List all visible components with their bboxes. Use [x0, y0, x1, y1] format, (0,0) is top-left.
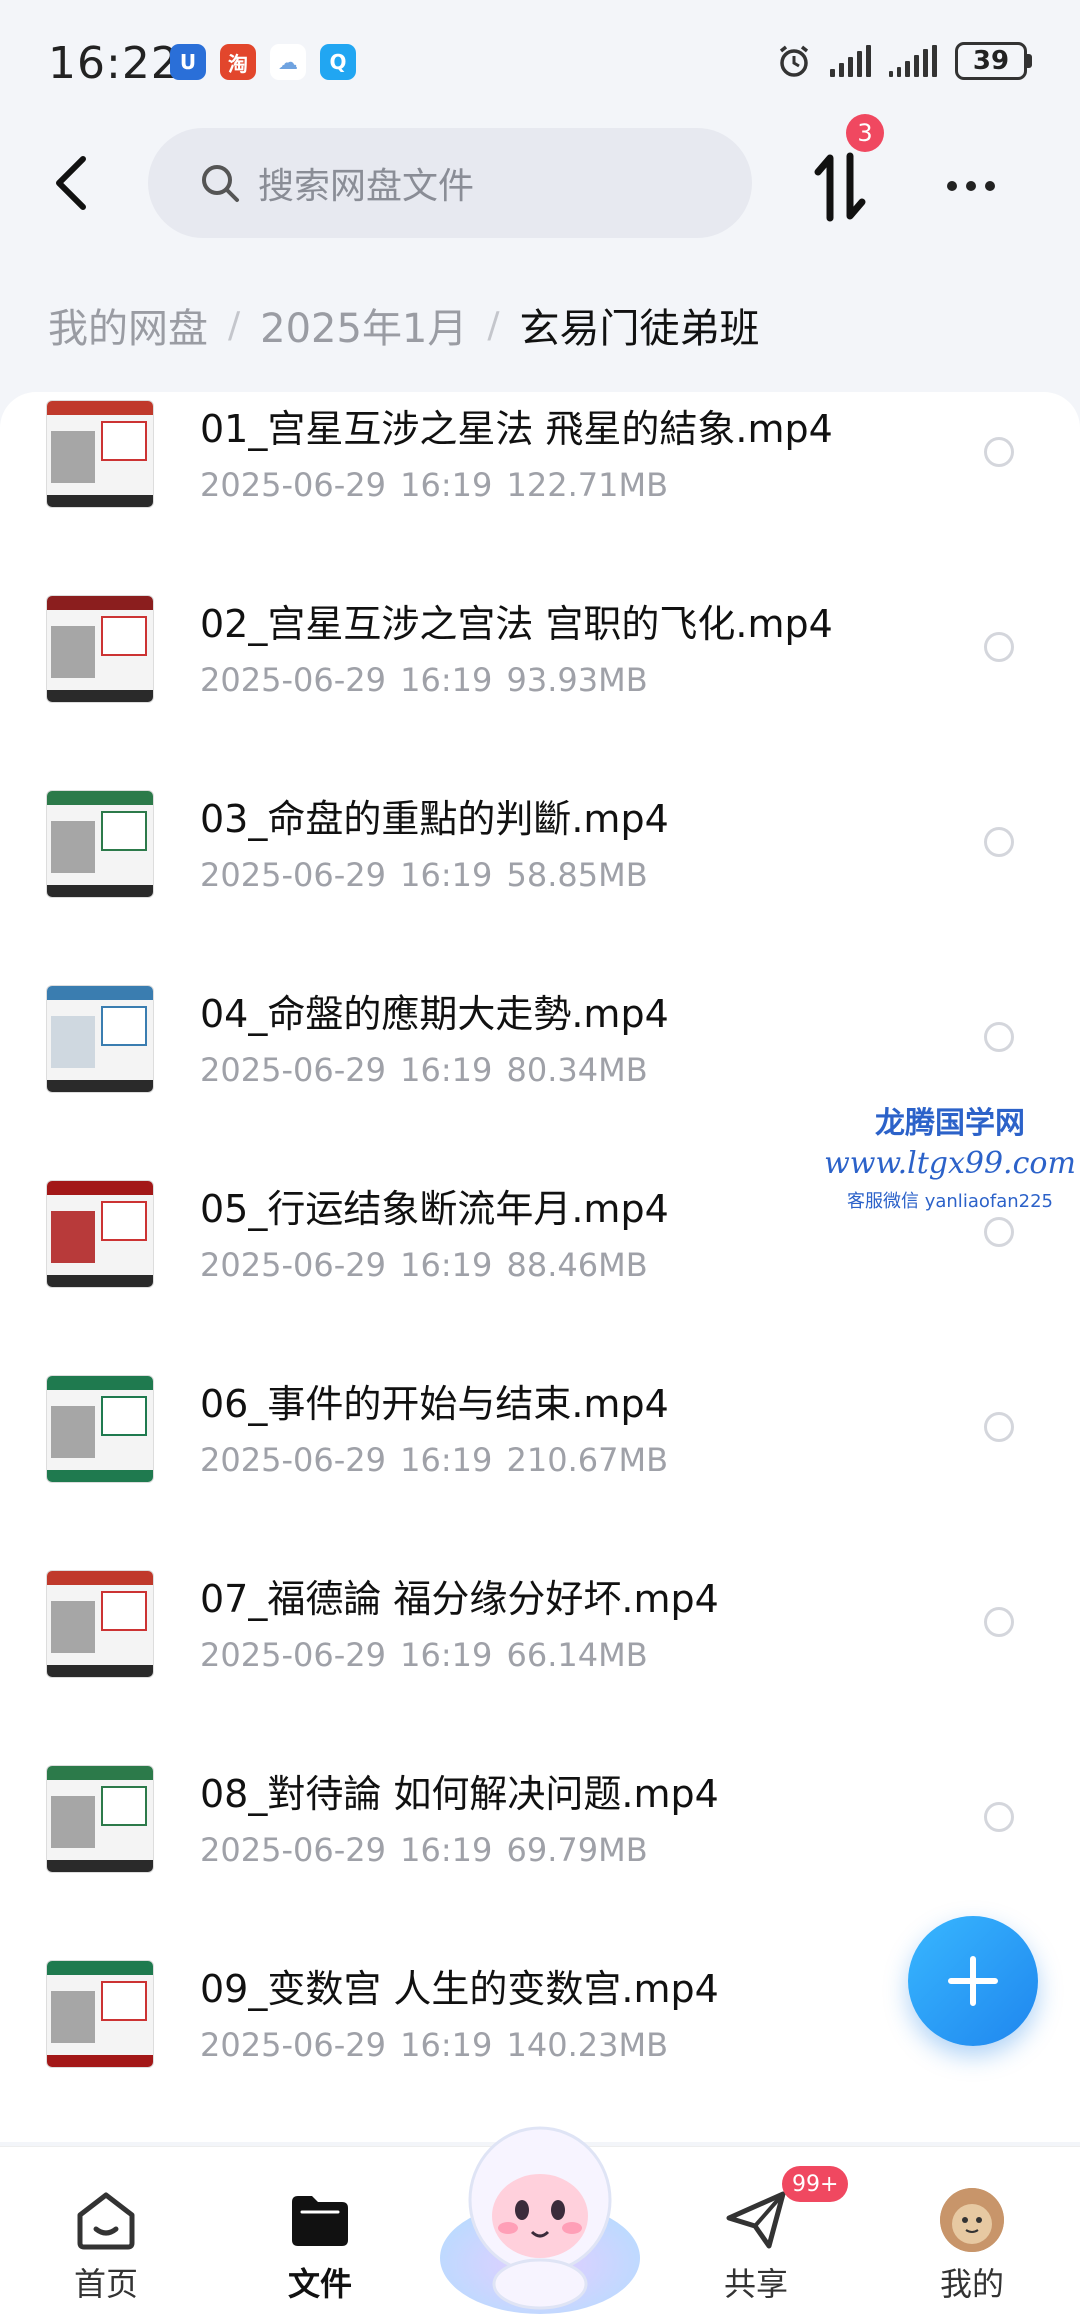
- select-radio[interactable]: [984, 1022, 1014, 1052]
- nav-item-home[interactable]: 首页: [36, 2187, 176, 2305]
- file-meta: 2025-06-29 16:19 58.85MB: [200, 856, 648, 894]
- select-radio[interactable]: [984, 1802, 1014, 1832]
- file-meta: 2025-06-29 16:19 210.67MB: [200, 1441, 669, 1479]
- video-thumbnail: [46, 1375, 154, 1483]
- file-row[interactable]: 06_事件的开始与结束.mp4 2025-06-29 16:19 210.67M…: [0, 1367, 1080, 1562]
- search-input[interactable]: 搜索网盘文件: [148, 128, 752, 238]
- more-options-button[interactable]: [936, 156, 1006, 216]
- video-thumbnail: [46, 1960, 154, 2068]
- select-radio[interactable]: [984, 1607, 1014, 1637]
- alarm-icon: [779, 45, 809, 77]
- file-row[interactable]: 01_宫星互涉之星法 飛星的結象.mp4 2025-06-29 16:19 12…: [0, 392, 1080, 587]
- breadcrumb: 我的网盘 / 2025年1月 / 玄易门徒弟班: [48, 296, 760, 354]
- app-icon-search: Q: [320, 44, 356, 80]
- file-meta: 2025-06-29 16:19 66.14MB: [200, 1636, 648, 1674]
- status-bar: 16:22 U 淘 ☁ Q 39: [0, 0, 1080, 120]
- file-name: 03_命盘的重點的判斷.mp4: [200, 797, 669, 841]
- file-meta: 2025-06-29 16:19 69.79MB: [200, 1831, 648, 1869]
- nav-item-files[interactable]: 文件: [250, 2187, 390, 2305]
- app-icon-taobao: 淘: [220, 44, 256, 80]
- transfer-arrows-icon: [814, 152, 866, 222]
- file-meta: 2025-06-29 16:19 93.93MB: [200, 661, 648, 699]
- status-time: 16:22: [48, 38, 180, 89]
- video-thumbnail: [46, 1180, 154, 1288]
- battery-icon: 39: [955, 42, 1032, 80]
- video-thumbnail: [46, 1570, 154, 1678]
- signal-icon: [830, 45, 871, 77]
- watermark-url: www.ltgx99.com: [824, 1146, 1076, 1181]
- nav-label-me: 我的: [939, 2265, 1004, 2303]
- file-row[interactable]: 03_命盘的重點的判斷.mp4 2025-06-29 16:19 58.85MB: [0, 782, 1080, 977]
- breadcrumb-item-root[interactable]: 我的网盘: [48, 296, 208, 354]
- video-thumbnail: [46, 400, 154, 508]
- nav-item-share[interactable]: 共享: [686, 2187, 826, 2305]
- battery-level: 39: [955, 42, 1027, 80]
- chevron-left-icon: [56, 156, 86, 210]
- search-icon: [202, 165, 239, 202]
- select-radio[interactable]: [984, 827, 1014, 857]
- file-name: 06_事件的开始与结束.mp4: [200, 1382, 669, 1426]
- signal-icon-2: [889, 45, 937, 77]
- watermark-contact: 客服微信 yanliaofan225: [847, 1191, 1053, 1212]
- breadcrumb-current: 玄易门徒弟班: [519, 306, 760, 352]
- status-indicators: 39: [776, 42, 1032, 80]
- file-meta: 2025-06-29 16:19 80.34MB: [200, 1051, 648, 1089]
- status-app-icons: U 淘 ☁ Q: [170, 44, 356, 80]
- breadcrumb-separator: /: [228, 304, 241, 346]
- video-thumbnail: [46, 985, 154, 1093]
- file-list: 01_宫星互涉之星法 飛星的結象.mp4 2025-06-29 16:19 12…: [0, 392, 1080, 2142]
- file-name: 01_宫星互涉之星法 飛星的結象.mp4: [200, 407, 833, 451]
- avatar: [940, 2188, 1004, 2252]
- nav-item-me[interactable]: 我的: [902, 2187, 1042, 2305]
- file-name: 02_宫星互涉之宫法 宫职的飞化.mp4: [200, 602, 833, 646]
- breadcrumb-separator: /: [487, 304, 500, 346]
- file-name: 05_行运结象断流年月.mp4: [200, 1187, 669, 1231]
- file-name: 09_变数宫 人生的变数宫.mp4: [200, 1967, 719, 2011]
- file-row[interactable]: 08_對待論 如何解决问题.mp4 2025-06-29 16:19 69.79…: [0, 1757, 1080, 1952]
- dot: [985, 181, 995, 191]
- dot: [966, 181, 976, 191]
- search-placeholder: 搜索网盘文件: [258, 166, 475, 207]
- file-meta: 2025-06-29 16:19 88.46MB: [200, 1246, 648, 1284]
- back-button[interactable]: [36, 148, 106, 218]
- dot: [947, 181, 957, 191]
- select-radio[interactable]: [984, 437, 1014, 467]
- add-button[interactable]: [908, 1916, 1038, 2046]
- watermark: 龙腾国学网 www.ltgx99.com 客服微信 yanliaofan225: [820, 1098, 1080, 1213]
- select-radio[interactable]: [984, 1412, 1014, 1442]
- file-row[interactable]: 02_宫星互涉之宫法 宫职的飞化.mp4 2025-06-29 16:19 93…: [0, 587, 1080, 782]
- file-row[interactable]: 07_福德論 福分缘分好坏.mp4 2025-06-29 16:19 66.14…: [0, 1562, 1080, 1757]
- folder-icon: [292, 2196, 348, 2246]
- nav-label-files: 文件: [287, 2265, 352, 2303]
- share-badge: 99+: [782, 2166, 849, 2202]
- breadcrumb-item-folder[interactable]: 2025年1月: [260, 296, 467, 354]
- plus-icon: [948, 1956, 998, 2006]
- select-radio[interactable]: [984, 632, 1014, 662]
- video-thumbnail: [46, 790, 154, 898]
- app-icon-cloud: ☁: [270, 44, 306, 80]
- video-thumbnail: [46, 595, 154, 703]
- file-name: 07_福德論 福分缘分好坏.mp4: [200, 1577, 719, 1621]
- file-meta: 2025-06-29 16:19 122.71MB: [200, 466, 669, 504]
- file-meta: 2025-06-29 16:19 140.23MB: [200, 2026, 669, 2064]
- transfer-badge: 3: [846, 114, 884, 152]
- video-thumbnail: [46, 1765, 154, 1873]
- transfer-button[interactable]: [805, 142, 875, 232]
- file-name: 04_命盤的應期大走勢.mp4: [200, 992, 669, 1036]
- header: 搜索网盘文件 3: [0, 114, 1080, 250]
- home-icon: [77, 2192, 135, 2250]
- watermark-title: 龙腾国学网: [875, 1106, 1025, 1141]
- mascot-icon[interactable]: [436, 2108, 644, 2318]
- paper-plane-icon: [726, 2191, 786, 2249]
- file-name: 08_對待論 如何解决问题.mp4: [200, 1772, 719, 1816]
- app-icon-blue: U: [170, 44, 206, 80]
- nav-label-share: 共享: [723, 2265, 788, 2303]
- select-radio[interactable]: [984, 1217, 1014, 1247]
- nav-label-home: 首页: [73, 2265, 138, 2303]
